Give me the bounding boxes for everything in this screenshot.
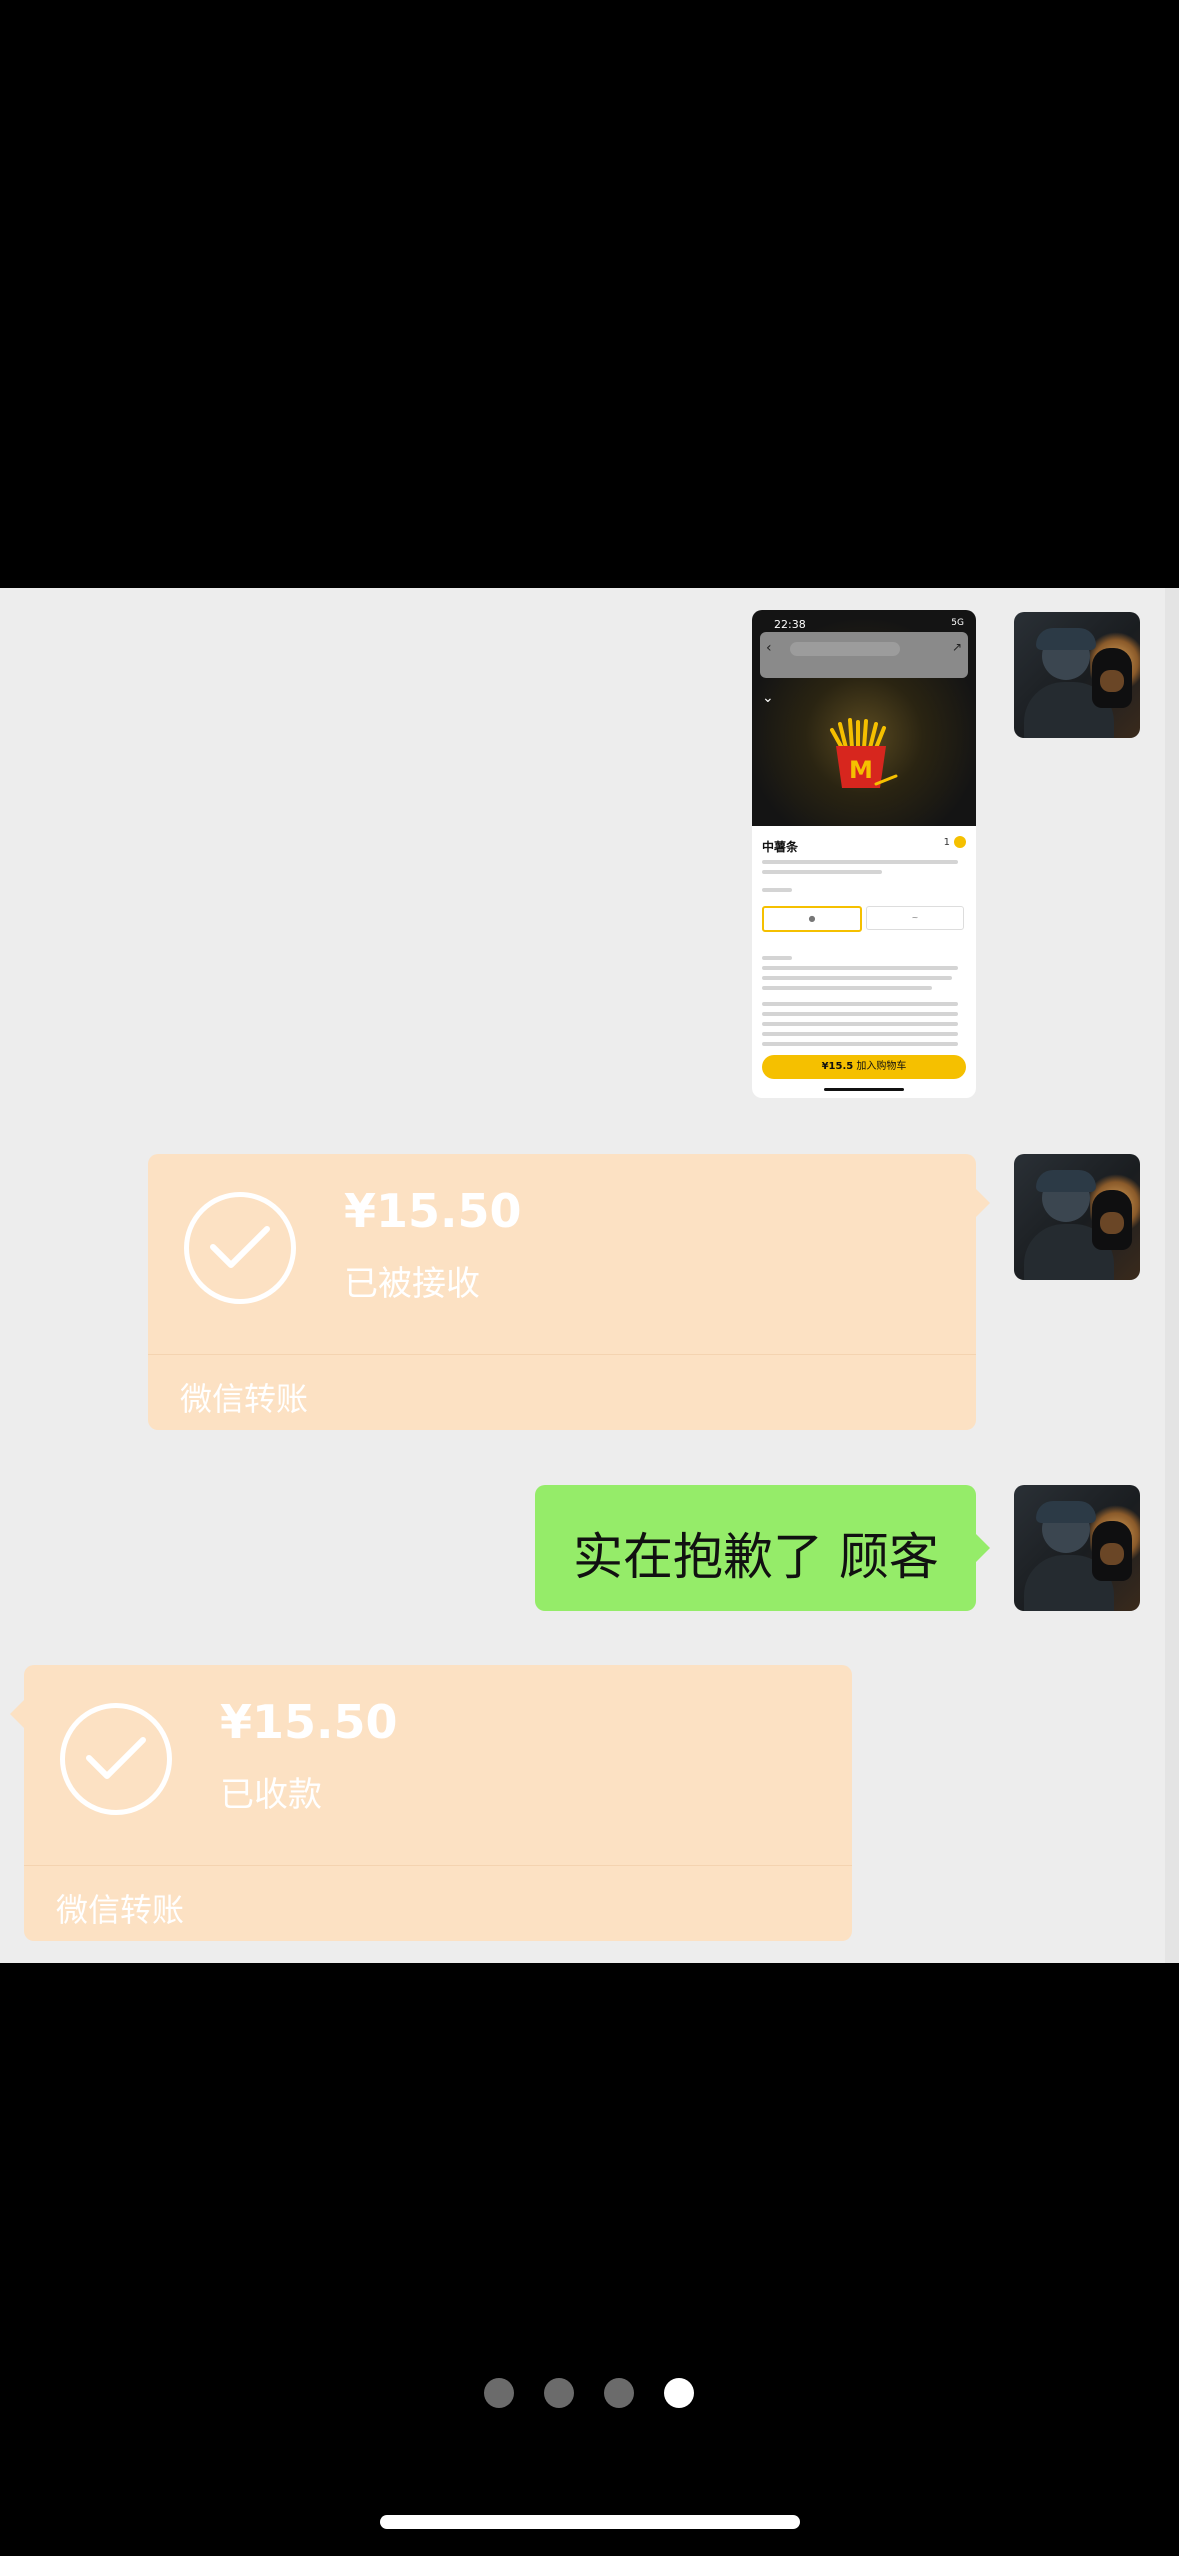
text-line — [762, 956, 792, 960]
size-option-selected: ● — [762, 906, 862, 932]
text-line — [762, 888, 792, 892]
transfer-footer: 微信转账 — [56, 1891, 185, 1929]
bubble-tail — [10, 1700, 24, 1728]
bubble-tail — [976, 1189, 990, 1217]
check-circle-icon — [184, 1192, 296, 1304]
screenshot-add-to-cart: ¥15.5 加入购物车 — [762, 1055, 966, 1079]
text-line — [762, 1002, 958, 1006]
screenshot-product-title: 中薯条 — [762, 840, 799, 854]
back-arrow-icon: ‹ — [766, 640, 772, 656]
text-line — [762, 1032, 958, 1036]
text-line — [762, 966, 958, 970]
coin-icon — [954, 836, 966, 848]
screenshot-status-time: 22:38 — [774, 618, 806, 631]
page-dot[interactable] — [604, 2378, 634, 2408]
scrollbar[interactable] — [1165, 588, 1179, 1963]
transfer-sent-bubble[interactable]: ¥15.50 已被接收 微信转账 — [148, 1154, 990, 1430]
bubble-tail — [976, 1534, 990, 1562]
transfer-footer: 微信转账 — [180, 1380, 309, 1418]
text-line — [762, 986, 932, 990]
transfer-status: 已被接收 — [344, 1264, 480, 1304]
screenshot-price: ¥15.5 — [821, 1061, 854, 1072]
text-line — [762, 1012, 958, 1016]
size-option: ~ — [866, 906, 964, 930]
qty-value: 1 — [943, 837, 950, 848]
screenshot-product-qty: 1 — [944, 836, 966, 848]
share-icon: ↗ — [951, 640, 962, 654]
transfer-status: 已收款 — [220, 1775, 322, 1815]
avatar[interactable] — [1014, 612, 1140, 738]
avatar[interactable] — [1014, 1485, 1140, 1611]
chevron-down-icon: ⌄ — [762, 690, 774, 706]
text-line — [762, 1022, 958, 1026]
home-indicator[interactable] — [380, 2515, 800, 2529]
page-indicator[interactable] — [484, 2378, 704, 2410]
divider — [148, 1354, 976, 1355]
screenshot-status-network: 5G — [951, 618, 964, 628]
text-line — [762, 860, 958, 864]
text-line — [762, 976, 952, 980]
chat-area: 22:38 5G ‹ ↗ ⌄ M 中薯条 1 ● ~ ¥15.5 加入购物车 ¥… — [0, 588, 1179, 1963]
text-line — [762, 870, 882, 874]
page-dot[interactable] — [484, 2378, 514, 2408]
fries-icon: M — [830, 718, 898, 788]
avatar[interactable] — [1014, 1154, 1140, 1280]
text-line — [762, 1042, 958, 1046]
screenshot-image-message[interactable]: 22:38 5G ‹ ↗ ⌄ M 中薯条 1 ● ~ ¥15.5 加入购物车 — [752, 610, 976, 1098]
screenshot-search-pill — [790, 642, 900, 656]
svg-text:M: M — [849, 756, 873, 784]
screenshot-add-label: 加入购物车 — [856, 1061, 907, 1072]
text-message-bubble[interactable]: 实在抱歉了 顾客 — [535, 1485, 990, 1611]
transfer-amount: ¥15.50 — [344, 1184, 522, 1238]
transfer-received-bubble[interactable]: ¥15.50 已收款 微信转账 — [10, 1665, 852, 1941]
transfer-amount: ¥15.50 — [220, 1695, 398, 1749]
page-dot-active[interactable] — [664, 2378, 694, 2408]
message-text: 实在抱歉了 顾客 — [573, 1528, 939, 1586]
check-circle-icon — [60, 1703, 172, 1815]
page-dot[interactable] — [544, 2378, 574, 2408]
divider — [24, 1865, 852, 1866]
screenshot-home-bar — [824, 1088, 904, 1091]
